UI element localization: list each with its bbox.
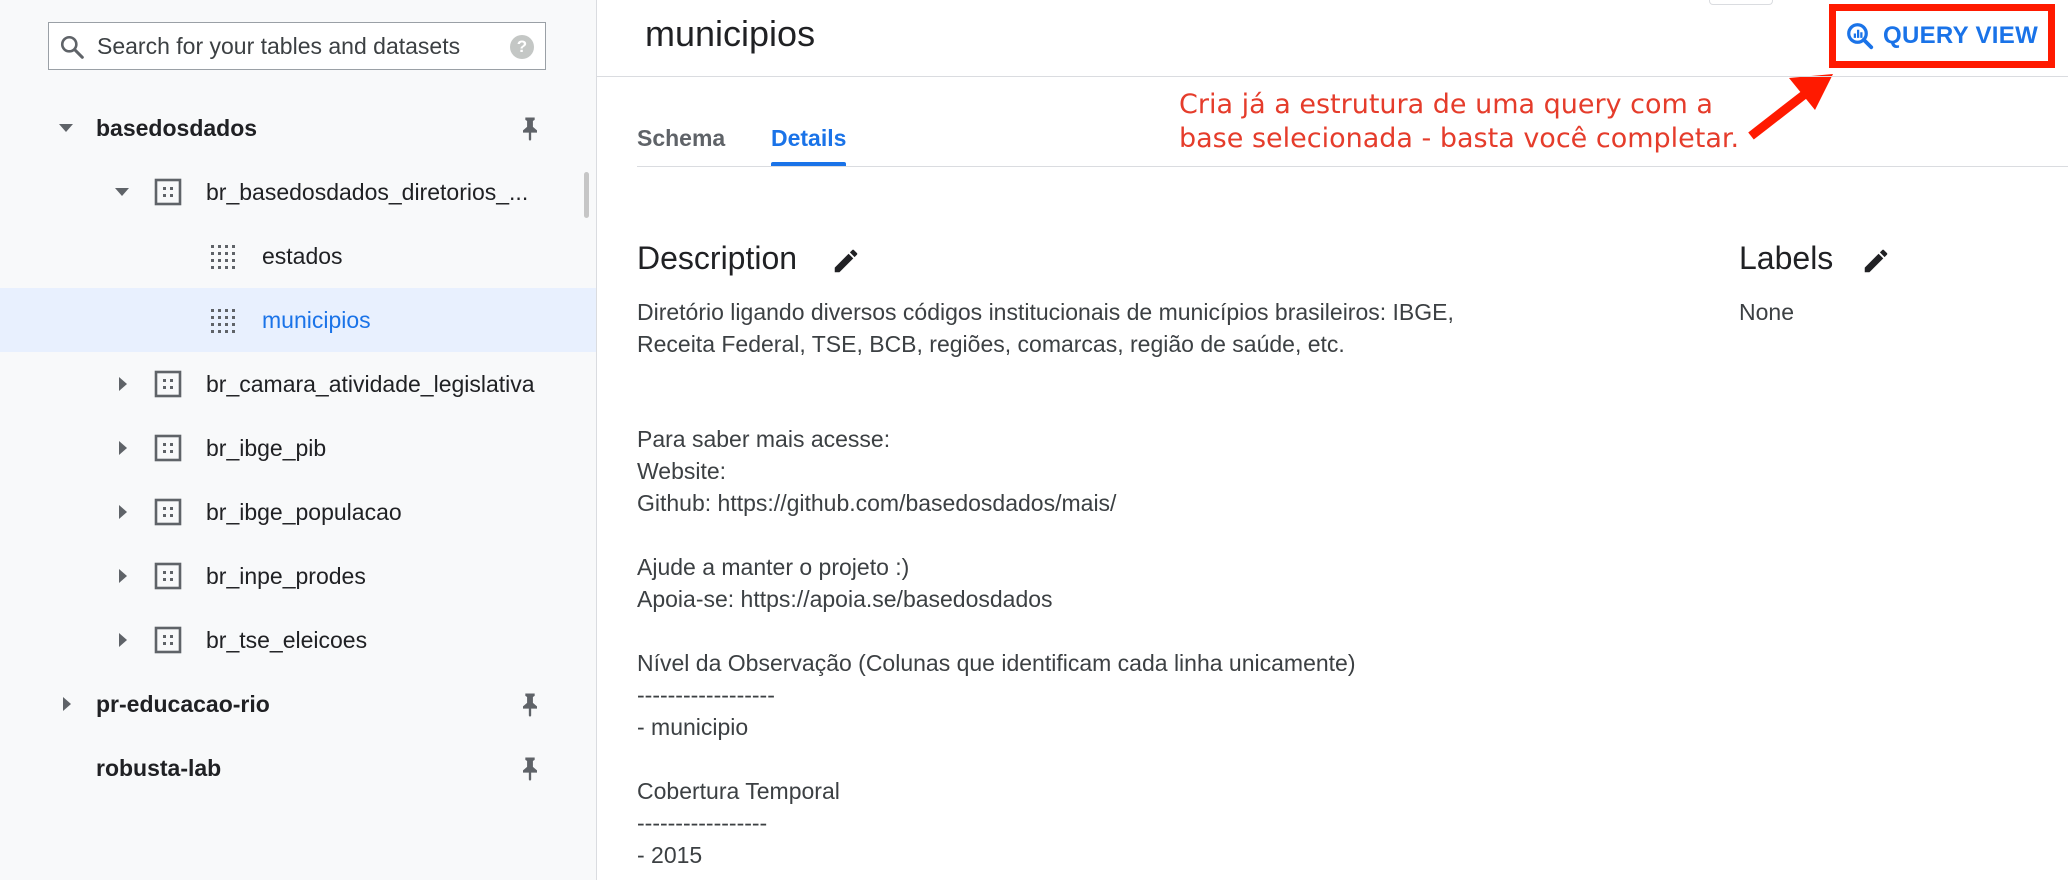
tree-project-basedosdados[interactable]: basedosdados [0, 96, 596, 160]
caret-right-icon[interactable] [110, 500, 134, 524]
tab-schema[interactable]: Schema [637, 110, 725, 166]
tree-dataset-br-inpe-prodes[interactable]: br_inpe_prodes [0, 544, 596, 608]
dataset-label: br_basedosdados_diretorios_... [206, 179, 529, 205]
tree-project-pr-educacao-rio[interactable]: pr-educacao-rio [0, 672, 596, 736]
table-label: estados [262, 243, 343, 269]
page-title: municipios [645, 13, 816, 54]
tree-dataset-br-camara-atividade-legislativa[interactable]: br_camara_atividade_legislativa [0, 352, 596, 416]
caret-right-icon[interactable] [110, 628, 134, 652]
header-divider [597, 76, 2068, 77]
description-line: Website: [637, 458, 727, 484]
labels-heading: Labels [1739, 240, 1834, 276]
tree-dataset-br-ibge-pib[interactable]: br_ibge_pib [0, 416, 596, 480]
tree-table-estados[interactable]: estados [0, 224, 596, 288]
tree-table-municipios[interactable]: municipios [0, 288, 596, 352]
tree-dataset-br-ibge-populacao[interactable]: br_ibge_populacao [0, 480, 596, 544]
caret-down-icon[interactable] [54, 116, 78, 140]
dataset-icon [154, 562, 182, 590]
dataset-icon [154, 370, 182, 398]
project-label: basedosdados [96, 115, 258, 141]
tab-bar: Schema Details [637, 110, 2068, 168]
tab-label: Schema [637, 125, 726, 151]
tree-dataset-br-tse-eleicoes[interactable]: br_tse_eleicoes [0, 608, 596, 672]
caret-right-icon[interactable] [110, 372, 134, 396]
description-line: Ajude a manter o projeto :) [637, 554, 910, 580]
description-line: - 2015 [637, 842, 703, 868]
help-icon[interactable]: ? [510, 35, 534, 59]
pin-icon[interactable] [516, 690, 544, 718]
description-line: Receita Federal, TSE, BCB, regiões, coma… [637, 331, 1345, 357]
description-line: Apoia-se: https://apoia.se/basedosdados [637, 586, 1053, 612]
description-line: - municipio [637, 714, 749, 740]
pin-icon[interactable] [516, 754, 544, 782]
tree-dataset-br-basedosdados-diretorios[interactable]: br_basedosdados_diretorios_... [0, 160, 596, 224]
dataset-icon [154, 434, 182, 462]
description-heading: Description [637, 240, 798, 276]
description-line: Cobertura Temporal [637, 778, 840, 804]
dataset-label: br_camara_atividade_legislativa [206, 371, 535, 397]
tabs-divider [637, 166, 2068, 167]
description-line: Nível da Observação (Colunas que identif… [637, 650, 1356, 676]
tab-label: Details [771, 125, 847, 151]
explorer-sidebar: ? basedosdados br_basedosdados_diretorio… [0, 0, 597, 880]
dataset-icon [154, 178, 182, 206]
project-label: robusta-lab [96, 755, 222, 781]
labels-value: None [1739, 299, 1794, 325]
description-line: Para saber mais acesse: [637, 426, 891, 452]
dataset-icon [154, 498, 182, 526]
toolbar-stub [1709, 0, 1773, 5]
edit-description-icon[interactable] [831, 246, 861, 276]
dataset-label: br_ibge_populacao [206, 499, 402, 525]
caret-right-icon[interactable] [110, 436, 134, 460]
pin-icon[interactable] [516, 114, 544, 142]
table-icon [211, 309, 235, 333]
dataset-label: br_inpe_prodes [206, 563, 366, 589]
caret-down-icon[interactable] [110, 180, 134, 204]
search-icon [60, 35, 84, 59]
bigquery-console: ? basedosdados br_basedosdados_diretorio… [0, 0, 2068, 880]
description-line: ----------------- [637, 810, 768, 836]
tab-details[interactable]: Details [771, 110, 847, 166]
dataset-label: br_ibge_pib [206, 435, 327, 461]
description-line: Diretório ligando diversos códigos insti… [637, 299, 1454, 325]
search-input[interactable] [97, 23, 487, 69]
annotation-highlight-box [1829, 4, 2055, 68]
description-line: Github: https://github.com/basedosdados/… [637, 490, 1117, 516]
edit-labels-icon[interactable] [1861, 246, 1891, 276]
description-line: ------------------ [637, 682, 775, 708]
caret-right-icon[interactable] [54, 692, 78, 716]
table-label: municipios [262, 307, 371, 333]
search-box[interactable]: ? [48, 22, 546, 70]
caret-right-icon[interactable] [110, 564, 134, 588]
tree-project-robusta-lab[interactable]: robusta-lab [0, 736, 596, 800]
details-panel: municipios QUERY VIEW Cria já a estrutur… [597, 0, 2068, 880]
table-icon [211, 245, 235, 269]
dataset-label: br_tse_eleicoes [206, 627, 368, 653]
dataset-icon [154, 626, 182, 654]
project-label: pr-educacao-rio [96, 691, 270, 717]
